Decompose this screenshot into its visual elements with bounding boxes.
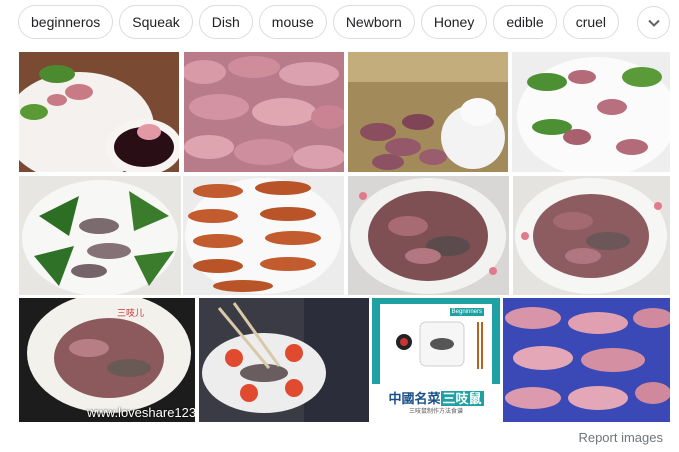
mice-on-leaves-image: [19, 176, 181, 295]
chip-dish[interactable]: Dish: [198, 5, 253, 39]
chip-honey[interactable]: Honey: [420, 5, 488, 39]
image-tile-3[interactable]: [348, 52, 508, 172]
chip-beginneros[interactable]: beginneros: [18, 5, 114, 39]
package-panel: Begninners: [380, 304, 492, 384]
package-label: 中國名菜 三吱鼠 三吱鼠制作方法食谱: [372, 384, 500, 422]
chip-mouse[interactable]: mouse: [258, 5, 327, 39]
mice-bok-choy-image: [512, 52, 670, 172]
plated-mouse-graphic: [396, 321, 483, 369]
chopsticks-mouse-image: [199, 298, 369, 422]
image-tile-8[interactable]: [513, 176, 670, 295]
related-search-chips: beginneros Squeak Dish mouse Newborn Hon…: [18, 5, 620, 41]
mice-floral-plate-2-image: [513, 176, 670, 295]
svg-text:三吱儿: 三吱儿: [117, 307, 144, 319]
mice-in-nest-image: [348, 52, 508, 172]
chip-squeak[interactable]: Squeak: [119, 5, 193, 39]
mice-dipping-sauce-image: [19, 52, 179, 172]
image-tile-9[interactable]: 三吱儿 www.loveshare123: [19, 298, 195, 422]
report-images-link[interactable]: Report images: [578, 430, 663, 445]
image-tile-5[interactable]: [19, 176, 181, 295]
image-tile-2[interactable]: [184, 52, 344, 172]
roasted-mice-image: [183, 176, 344, 295]
image-tile-4[interactable]: [512, 52, 670, 172]
image-tile-11[interactable]: Begninners 中國名菜 三吱鼠 三吱鼠制作方法食谱: [372, 298, 500, 422]
package-subtitle: 三吱鼠制作方法食谱: [408, 409, 463, 415]
image-tile-6[interactable]: [183, 176, 344, 295]
chip-cruel[interactable]: cruel: [562, 5, 620, 39]
package-title: 中國名菜 三吱鼠: [388, 391, 484, 406]
mice-floral-plate-image: [348, 176, 509, 295]
image-tile-10[interactable]: [199, 298, 369, 422]
chevron-down-icon: [647, 19, 660, 27]
three-squeaks-dish-image: 三吱儿: [19, 298, 195, 422]
image-tile-7[interactable]: [348, 176, 509, 295]
image-tile-12[interactable]: [503, 298, 670, 422]
pile-of-mice-image: [184, 52, 344, 172]
pink-mice-tray-image: [503, 298, 670, 422]
watermark-text: www.loveshare123: [87, 405, 195, 420]
expand-chips-button[interactable]: [637, 6, 670, 39]
image-tile-1[interactable]: [19, 52, 179, 172]
chip-edible[interactable]: edible: [493, 5, 557, 39]
package-brand: Begninners: [449, 308, 484, 316]
chip-newborn[interactable]: Newborn: [332, 5, 415, 39]
